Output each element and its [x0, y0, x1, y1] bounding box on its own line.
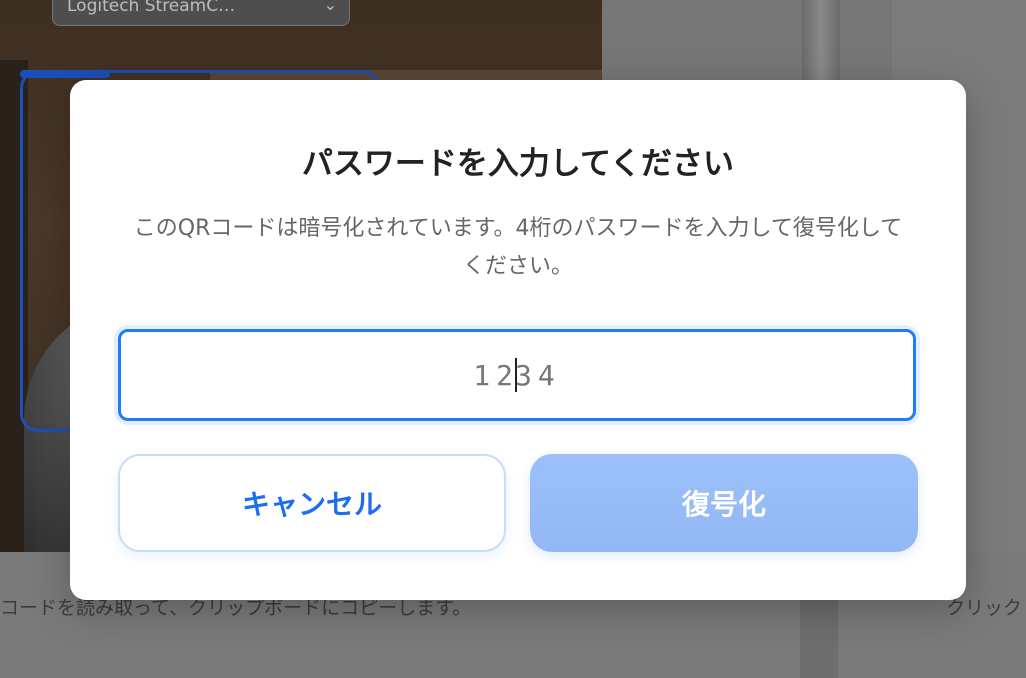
- password-input[interactable]: 12 34: [118, 329, 916, 421]
- cancel-button-label: キャンセル: [241, 488, 382, 521]
- decrypt-button[interactable]: 復号化: [530, 454, 918, 552]
- password-dialog: パスワードを入力してください このQRコードは暗号化されています。4桁のパスワー…: [70, 80, 966, 600]
- cancel-button[interactable]: キャンセル: [118, 454, 506, 552]
- camera-select-label: Logitech StreamC…: [67, 0, 236, 16]
- camera-select[interactable]: Logitech StreamC… ⌄: [52, 0, 350, 26]
- dialog-title: パスワードを入力してください: [301, 146, 735, 182]
- chevron-down-icon: ⌄: [323, 0, 337, 14]
- dialog-description: このQRコードは暗号化されています。4桁のパスワードを入力して復号化してください…: [133, 216, 903, 279]
- scan-focus-corner: [20, 70, 110, 78]
- password-value-after-caret: 34: [515, 358, 561, 392]
- password-value-before-caret: 12: [473, 358, 519, 392]
- decrypt-button-label: 復号化: [681, 488, 766, 521]
